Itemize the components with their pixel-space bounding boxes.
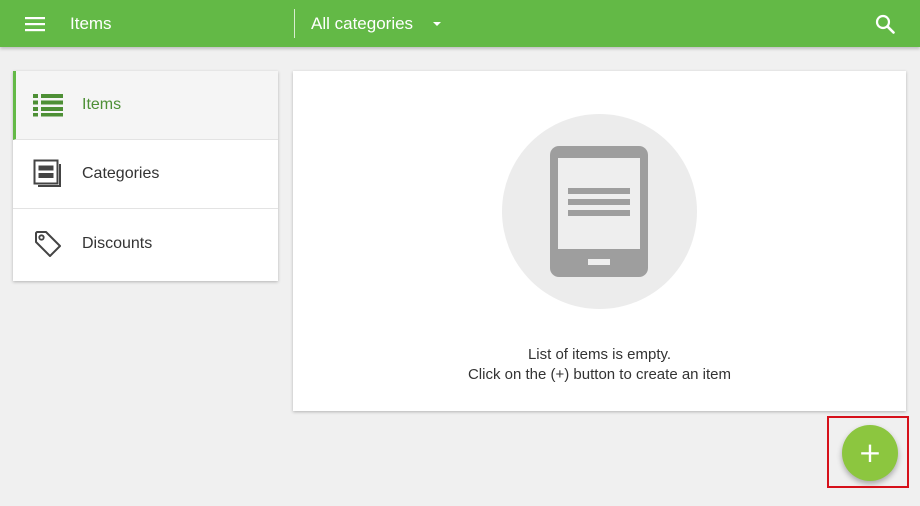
empty-state-line2: Click on the (+) button to create an ite…: [467, 366, 732, 383]
app-bar: Items All categories: [0, 0, 920, 47]
categories-icon: [32, 158, 64, 190]
category-filter-label: All categories: [311, 14, 414, 33]
empty-state-line1: List of items is empty.: [527, 346, 672, 363]
tablet-icon: [550, 146, 648, 277]
items-list-panel: List of items is empty. Click on the (+)…: [293, 71, 906, 411]
sidebar-item-discounts[interactable]: Discounts: [13, 209, 278, 278]
sidebar-item-label: Items: [82, 96, 122, 113]
search-icon[interactable]: [872, 11, 898, 37]
sidebar: Items Categories Discounts: [13, 71, 278, 281]
tag-icon: [32, 228, 64, 260]
plus-icon: +: [858, 436, 882, 469]
add-item-button[interactable]: +: [842, 425, 898, 481]
sidebar-item-items[interactable]: Items: [13, 71, 278, 140]
sidebar-item-categories[interactable]: Categories: [13, 140, 278, 209]
sidebar-item-label: Categories: [82, 165, 160, 182]
sidebar-item-label: Discounts: [82, 234, 153, 252]
page-title: Items: [70, 14, 112, 33]
empty-state-illustration: [502, 114, 697, 309]
appbar-divider: [294, 9, 295, 38]
category-filter-dropdown[interactable]: All categories: [311, 8, 442, 40]
hamburger-menu-icon[interactable]: [21, 12, 49, 36]
list-icon: [32, 89, 64, 121]
empty-state-message: List of items is empty. Click on the (+)…: [293, 345, 906, 385]
dropdown-arrow-icon: [433, 22, 442, 26]
